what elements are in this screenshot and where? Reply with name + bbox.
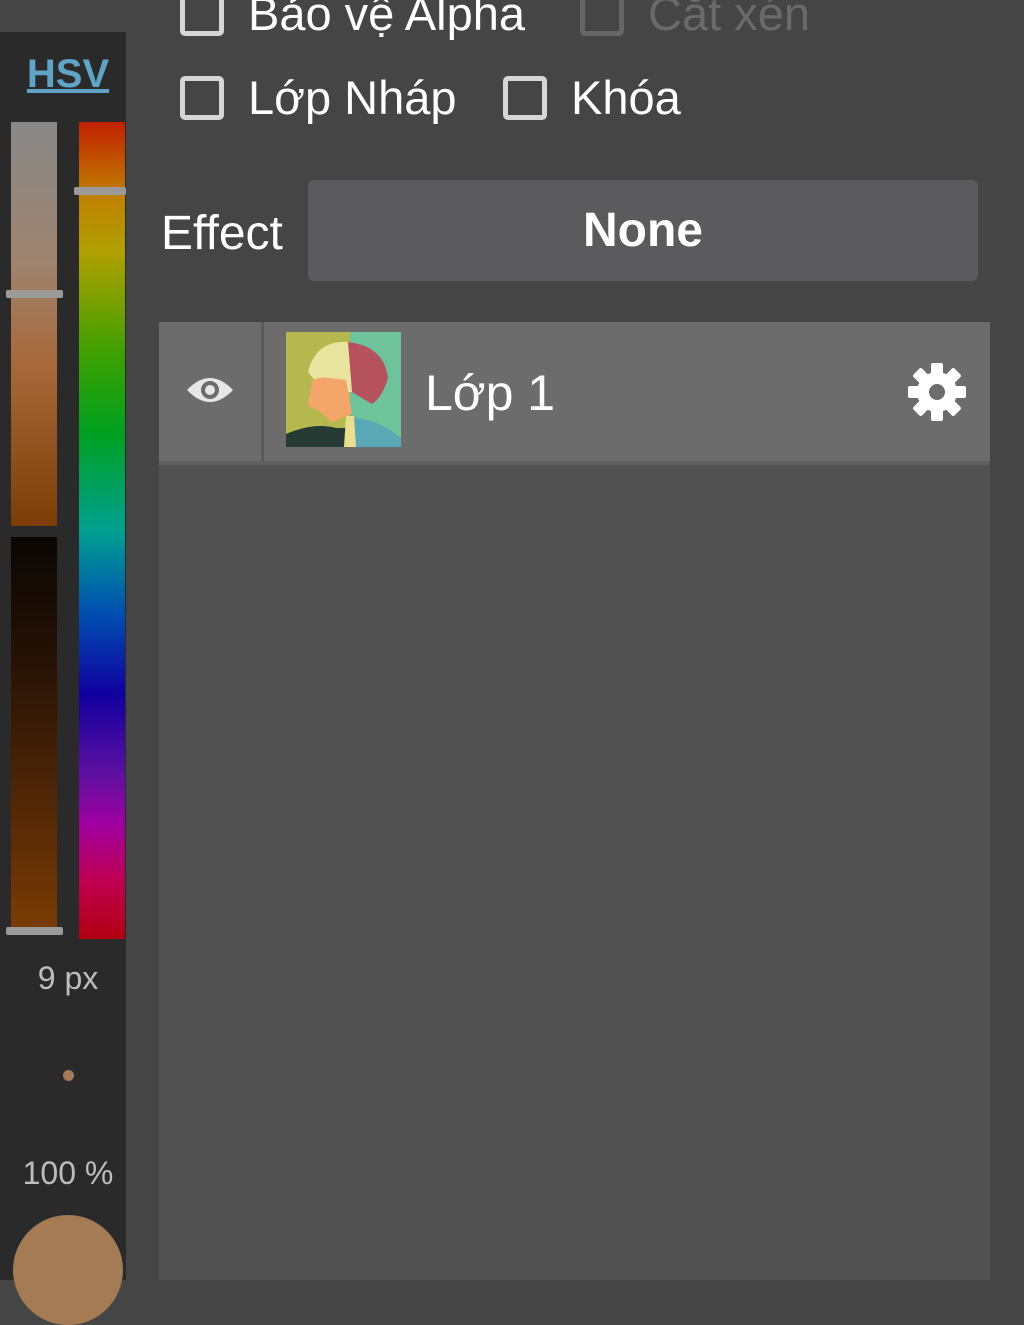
current-color-swatch[interactable] <box>13 1215 123 1325</box>
layers-list: Lớp 1 <box>159 322 990 1280</box>
effect-label: Effect <box>161 207 283 260</box>
brush-size-preview <box>63 1070 74 1081</box>
alpha-protect-checkbox[interactable]: Bảo vệ Alpha <box>180 0 525 41</box>
draft-layer-label: Lớp Nháp <box>248 71 457 124</box>
draft-layer-checkbox[interactable]: Lớp Nháp <box>180 70 457 125</box>
color-sidebar: HSV 9 px 100 % <box>0 0 126 1325</box>
effect-select-button[interactable]: None <box>308 180 978 281</box>
opacity-label[interactable]: 100 % <box>0 1155 136 1192</box>
alpha-protect-label: Bảo vệ Alpha <box>248 0 525 40</box>
lock-label: Khóa <box>571 71 681 124</box>
layer-name[interactable]: Lớp 1 <box>425 364 555 422</box>
sidebar-top-gap <box>0 0 126 32</box>
checkbox-box[interactable] <box>580 0 624 36</box>
color-mode-link[interactable]: HSV <box>0 52 136 97</box>
clipping-label: Cắt xén <box>648 0 810 40</box>
saturation-slider[interactable] <box>11 122 57 526</box>
checkbox-box[interactable] <box>503 75 547 120</box>
saturation-handle[interactable] <box>6 290 63 298</box>
row-divider <box>261 322 264 461</box>
gear-icon[interactable] <box>907 362 967 422</box>
checkbox-box[interactable] <box>180 0 224 36</box>
hue-handle[interactable] <box>74 187 126 195</box>
layer-row[interactable]: Lớp 1 <box>159 322 990 465</box>
hue-slider[interactable] <box>79 122 125 939</box>
value-handle[interactable] <box>6 927 63 935</box>
layer-thumbnail[interactable] <box>286 332 401 447</box>
value-slider[interactable] <box>11 537 57 935</box>
brush-size-label[interactable]: 9 px <box>0 960 136 997</box>
eye-icon[interactable] <box>185 372 235 408</box>
clipping-checkbox[interactable]: Cắt xén <box>580 0 810 41</box>
checkbox-box[interactable] <box>180 75 224 120</box>
lock-checkbox[interactable]: Khóa <box>503 70 681 125</box>
